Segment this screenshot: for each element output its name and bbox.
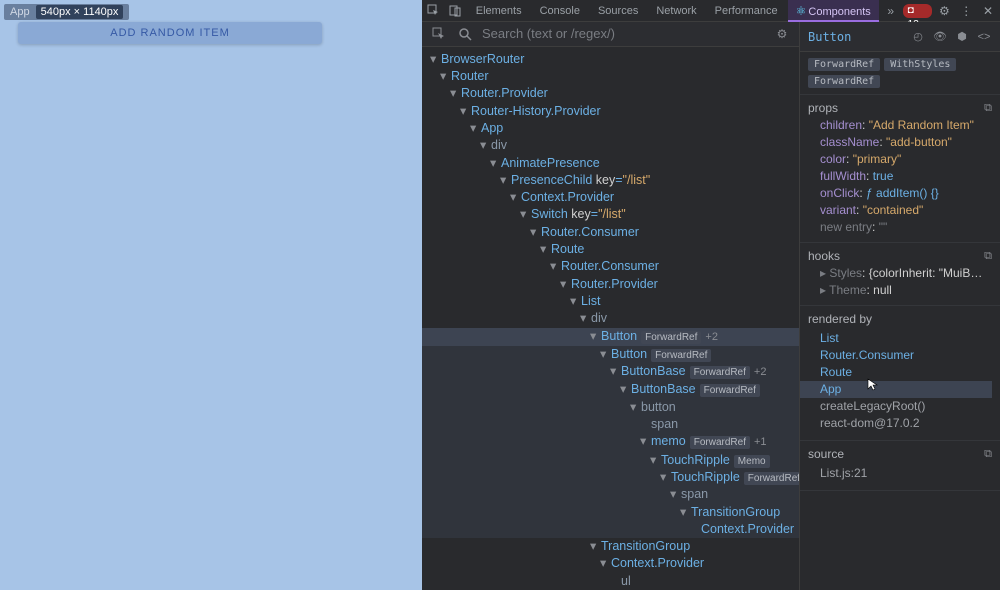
app-preview: App 540px × 1140px ADD RANDOM ITEM bbox=[0, 0, 422, 590]
tree-toolbar: ⚙ bbox=[422, 22, 799, 47]
props-label: props bbox=[808, 101, 984, 115]
tree-node[interactable]: ▾App bbox=[422, 120, 799, 137]
tab-performance[interactable]: Performance bbox=[707, 0, 786, 22]
tree-node[interactable]: ▾Router.Consumer bbox=[422, 224, 799, 241]
tree-node[interactable]: ▾Context.Provider bbox=[422, 555, 799, 572]
selected-component-name: Button bbox=[808, 30, 904, 44]
stopwatch-icon[interactable]: ◴ bbox=[910, 30, 926, 43]
tree-node[interactable]: ▾Router-History.Provider bbox=[422, 103, 799, 120]
source-location[interactable]: List.js:21 bbox=[820, 466, 867, 480]
tree-node[interactable]: ▾ButtonBaseForwardRef bbox=[422, 381, 799, 398]
rendered-by-section: rendered by ListRouter.ConsumerRouteAppc… bbox=[800, 306, 1000, 441]
rendered-by-item[interactable]: createLegacyRoot() bbox=[820, 398, 992, 415]
hook-row[interactable]: ▸ Styles: {colorInherit: "MuiB… bbox=[800, 265, 1000, 282]
rendered-by-item[interactable]: Router.Consumer bbox=[820, 347, 992, 364]
prop-row[interactable]: fullWidth: true bbox=[800, 168, 1000, 185]
tree-node[interactable]: Context.Provider bbox=[422, 521, 799, 538]
tree-node[interactable]: ▾TransitionGroup bbox=[422, 504, 799, 521]
tree-node[interactable]: ▾TouchRippleMemo bbox=[422, 452, 799, 469]
rendered-by-item[interactable]: App bbox=[800, 381, 992, 398]
tree-node[interactable]: ▾Router.Provider bbox=[422, 276, 799, 293]
inspect-icon[interactable] bbox=[424, 1, 444, 21]
rendered-by-label: rendered by bbox=[808, 312, 992, 326]
copy-icon[interactable]: ⧉ bbox=[984, 102, 992, 115]
tree-node[interactable]: ▾AnimatePresence bbox=[422, 155, 799, 172]
tree-node[interactable]: ▾div bbox=[422, 310, 799, 327]
hoc-chip: WithStyles bbox=[884, 58, 956, 71]
code-icon[interactable]: <> bbox=[976, 31, 992, 43]
search-input[interactable] bbox=[482, 26, 765, 41]
tree-node[interactable]: ▾TransitionGroup bbox=[422, 538, 799, 555]
tree-node[interactable]: span bbox=[422, 416, 799, 433]
copy-icon[interactable]: ⧉ bbox=[984, 448, 992, 461]
tree-node[interactable]: ▾Route bbox=[422, 241, 799, 258]
tree-node[interactable]: ▾div bbox=[422, 137, 799, 154]
details-header: Button ◴ 👁 ⬢ <> bbox=[800, 22, 1000, 52]
rendered-by-item[interactable]: List bbox=[820, 330, 992, 347]
prop-row[interactable]: className: "add-button" bbox=[800, 134, 1000, 151]
source-label: source bbox=[808, 447, 984, 461]
hook-row[interactable]: ▸ Theme: null bbox=[800, 282, 1000, 299]
devtools-tabbar: Elements Console Sources Network Perform… bbox=[422, 0, 1000, 22]
prop-row[interactable]: children: "Add Random Item" bbox=[800, 117, 1000, 134]
badge-dims: 540px × 1140px bbox=[36, 5, 124, 19]
tab-components[interactable]: ⚛Components bbox=[788, 0, 879, 22]
tree-node[interactable]: ▾PresenceChild key="/list" bbox=[422, 172, 799, 189]
tree-node[interactable]: ▾Switch key="/list" bbox=[422, 206, 799, 223]
tree-settings-gear-icon[interactable]: ⚙ bbox=[773, 25, 791, 43]
more-tabs-icon[interactable]: » bbox=[881, 1, 901, 21]
hoc-chips: ForwardRef WithStyles ForwardRef bbox=[800, 52, 1000, 95]
dock-menu-icon[interactable]: ⋮ bbox=[956, 1, 976, 21]
tree-node[interactable]: ▾List bbox=[422, 293, 799, 310]
search-icon bbox=[456, 25, 474, 43]
tree-node[interactable]: ul bbox=[422, 573, 799, 590]
tab-sources[interactable]: Sources bbox=[590, 0, 646, 22]
hoc-chip: ForwardRef bbox=[808, 58, 880, 71]
tree-node[interactable]: ▾memoForwardRef+1 bbox=[422, 433, 799, 451]
badge-label: App bbox=[10, 6, 30, 18]
tree-node[interactable]: ▾Router bbox=[422, 68, 799, 85]
rendered-by-item[interactable]: react-dom@17.0.2 bbox=[820, 415, 992, 432]
prop-row[interactable]: variant: "contained" bbox=[800, 202, 1000, 219]
close-icon[interactable]: ✕ bbox=[978, 1, 998, 21]
source-section: source⧉ List.js:21 bbox=[800, 441, 1000, 491]
error-count-badge[interactable]: ◘ 13 bbox=[903, 4, 933, 18]
react-icon: ⚛ bbox=[796, 4, 807, 18]
prop-row[interactable]: new entry: "" bbox=[800, 219, 1000, 236]
tree-node[interactable]: ▾ButtonForwardRef+2 bbox=[422, 328, 799, 346]
tree-node[interactable]: ▾TouchRippleForwardRef bbox=[422, 469, 799, 486]
prop-row[interactable]: onClick: ƒ addItem() {} bbox=[800, 185, 1000, 202]
tree-node[interactable]: ▾span bbox=[422, 486, 799, 503]
bug-icon[interactable]: ⬢ bbox=[954, 30, 970, 43]
tab-elements[interactable]: Elements bbox=[468, 0, 530, 22]
rendered-by-item[interactable]: Route bbox=[820, 364, 992, 381]
props-section: props⧉ children: "Add Random Item"classN… bbox=[800, 95, 1000, 243]
eye-icon[interactable]: 👁 bbox=[932, 30, 948, 43]
copy-icon[interactable]: ⧉ bbox=[984, 250, 992, 263]
tree-node[interactable]: ▾Context.Provider bbox=[422, 189, 799, 206]
device-icon[interactable] bbox=[446, 1, 466, 21]
tree-node[interactable]: ▾ButtonBaseForwardRef+2 bbox=[422, 363, 799, 381]
hooks-label: hooks bbox=[808, 249, 984, 263]
tree-node[interactable]: ▾ButtonForwardRef bbox=[422, 346, 799, 363]
prop-row[interactable]: color: "primary" bbox=[800, 151, 1000, 168]
hoc-chip: ForwardRef bbox=[808, 75, 880, 88]
add-random-item-button[interactable]: ADD RANDOM ITEM bbox=[18, 22, 322, 44]
tree-node[interactable]: ▾Router.Provider bbox=[422, 85, 799, 102]
select-element-icon[interactable] bbox=[430, 25, 448, 43]
component-tree[interactable]: ▾BrowserRouter▾Router▾Router.Provider▾Ro… bbox=[422, 47, 799, 590]
details-pane: Button ◴ 👁 ⬢ <> ForwardRefWithStylesForw… bbox=[799, 22, 1000, 590]
tab-console[interactable]: Console bbox=[532, 0, 588, 22]
hooks-section: hooks⧉ ▸ Styles: {colorInherit: "MuiB…▸ … bbox=[800, 243, 1000, 306]
tree-node[interactable]: ▾Router.Consumer bbox=[422, 258, 799, 275]
settings-gear-icon[interactable]: ⚙ bbox=[934, 1, 954, 21]
devtools: Elements Console Sources Network Perform… bbox=[422, 0, 1000, 590]
dimension-badge: App 540px × 1140px bbox=[4, 4, 129, 20]
tab-network[interactable]: Network bbox=[648, 0, 704, 22]
tree-node[interactable]: ▾button bbox=[422, 399, 799, 416]
tree-node[interactable]: ▾BrowserRouter bbox=[422, 51, 799, 68]
